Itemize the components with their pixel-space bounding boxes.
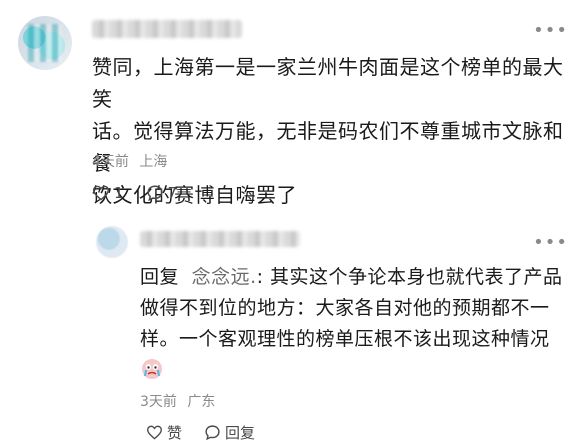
reply-meta: 3天前 广东 [140, 391, 215, 411]
comment-location: 上海 [139, 154, 168, 170]
crying-face-emoji [140, 357, 570, 383]
heart-icon [146, 425, 163, 440]
avatar[interactable] [18, 16, 72, 70]
comment-meta: 4天前 上海 [92, 151, 167, 171]
mention-link[interactable]: 念念远. [192, 266, 257, 288]
reply-text: 回复 念念远.: 其实这个争论本身也就代表了产品 做得不到位的地方：大家各自对他… [140, 262, 570, 383]
more-dots-icon[interactable]: ••• [533, 22, 568, 40]
like-button[interactable]: 1 [92, 184, 124, 202]
reply-location: 广东 [187, 394, 216, 410]
comment-actions: 1 7 [92, 184, 177, 202]
reply-actions: 赞 回复 [146, 422, 255, 443]
like-label: 赞 [167, 424, 183, 442]
like-count: 1 [114, 184, 124, 202]
reply-label: 回复 [225, 424, 256, 442]
avatar[interactable] [96, 226, 128, 258]
comment-line: 赞同，上海第一是一家兰州牛肉面是这个榜单的最大笑 [92, 55, 564, 111]
more-dots-icon[interactable]: ••• [533, 234, 568, 252]
heart-icon [92, 185, 110, 201]
reply-line: 做得不到位的地方：大家各自对他的预期都不一 [140, 297, 550, 319]
comment-time: 4天前 [92, 154, 129, 170]
username-blurred[interactable] [92, 20, 242, 38]
reply-line: 回复 念念远.: 其实这个争论本身也就代表了产品 [140, 262, 570, 293]
comment-bubble-icon [205, 425, 220, 441]
reply-count-button[interactable]: 7 [146, 184, 178, 202]
reply-time: 3天前 [140, 394, 177, 410]
reply-line-text: : 其实这个争论本身也就代表了产品 [256, 266, 563, 288]
reply-count: 7 [167, 184, 178, 202]
comment-bubble-icon [147, 185, 163, 202]
reply-button[interactable]: 回复 [204, 422, 255, 443]
reply-line: 样。一个客观理性的榜单压根不该出现这种情况 [140, 328, 550, 350]
username-blurred[interactable] [140, 231, 300, 247]
like-button[interactable]: 赞 [146, 422, 182, 443]
reply-prefix: 回复 [140, 266, 180, 288]
